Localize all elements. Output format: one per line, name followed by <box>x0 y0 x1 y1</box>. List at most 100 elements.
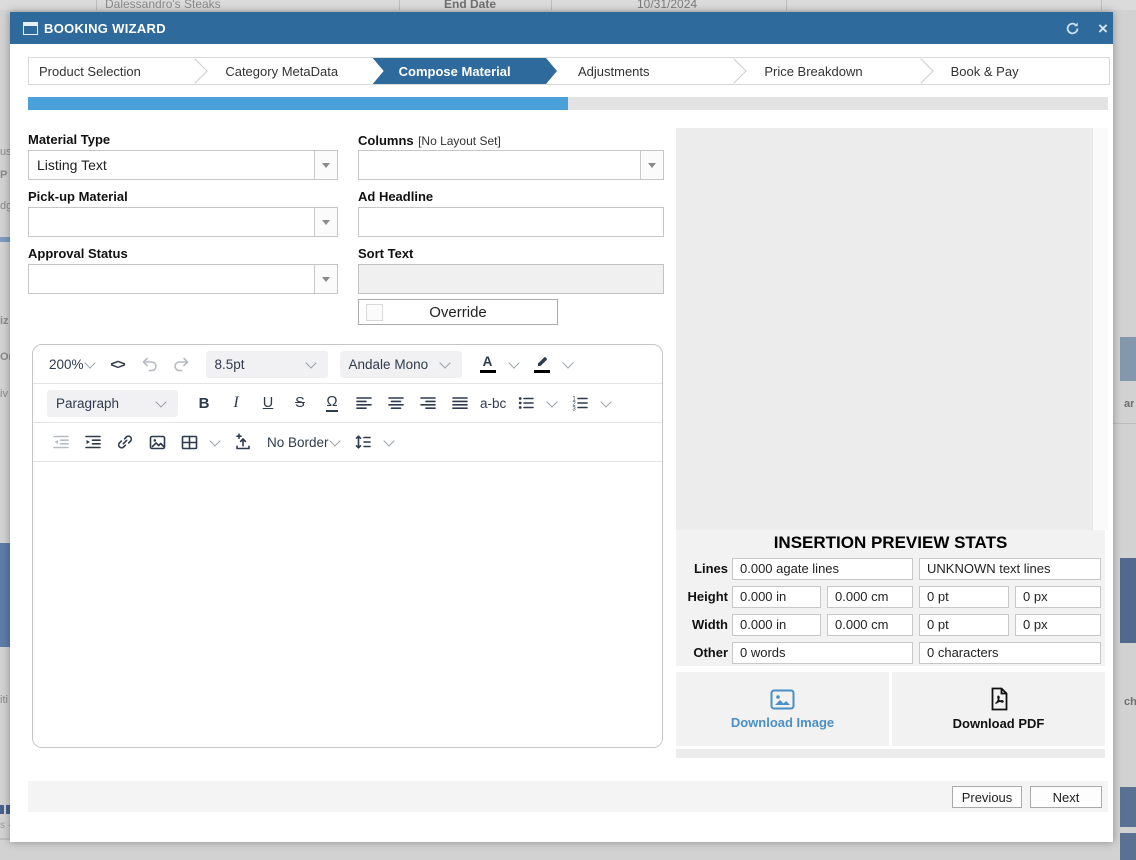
step-compose-material[interactable]: Compose Material <box>373 58 557 84</box>
highlight-color-icon[interactable] <box>528 350 556 378</box>
italic-icon[interactable]: I <box>222 389 250 417</box>
bg-cell-divider <box>551 0 552 10</box>
special-character-icon[interactable]: Ω <box>318 389 346 417</box>
stat-value: 0.000 in <box>732 614 821 636</box>
pickup-material-select[interactable] <box>28 207 338 237</box>
line-height-menu[interactable] <box>381 428 399 456</box>
align-justify-icon[interactable] <box>446 389 474 417</box>
step-label: Product Selection <box>39 64 141 79</box>
step-adjustments[interactable]: Adjustments <box>546 58 736 84</box>
highlight-color-menu[interactable] <box>560 350 578 378</box>
chevron-down-icon <box>155 396 166 407</box>
editor-content[interactable] <box>33 462 662 748</box>
font-family-value: Andale Mono <box>349 357 429 372</box>
stat-value: 0 words <box>732 642 913 664</box>
numbered-list-menu[interactable] <box>598 389 616 417</box>
table-border-select[interactable]: No Border <box>265 428 345 456</box>
stat-value: 0 px <box>1015 614 1101 636</box>
stat-label-width: Width <box>676 614 728 636</box>
screen: Dalessandro's Steaks End Date 10/31/2024… <box>0 0 1136 860</box>
stat-value: 0 pt <box>919 614 1009 636</box>
image-icon[interactable] <box>143 428 171 456</box>
align-center-icon[interactable] <box>382 389 410 417</box>
columns-label-row: Columns [No Layout Set] <box>358 132 501 150</box>
stat-label-lines: Lines <box>676 558 728 580</box>
outdent-icon[interactable] <box>47 428 75 456</box>
undo-icon[interactable] <box>136 350 164 378</box>
modal-titlebar: BOOKING WIZARD × <box>10 12 1113 44</box>
bg-fragment: ch <box>1124 696 1136 708</box>
table-icon[interactable] <box>175 428 203 456</box>
bullet-list-menu[interactable] <box>544 389 562 417</box>
step-price-breakdown[interactable]: Price Breakdown <box>736 58 922 84</box>
approval-status-select[interactable] <box>28 264 338 294</box>
bullet-list-icon[interactable] <box>512 389 540 417</box>
step-book-and-pay[interactable]: Book & Pay <box>923 58 1109 84</box>
bg-end-date-label: End Date <box>444 0 496 10</box>
indent-icon[interactable] <box>79 428 107 456</box>
chevron-down-icon <box>508 357 519 368</box>
dropdown-button[interactable] <box>314 151 337 179</box>
dropdown-button[interactable] <box>640 151 663 179</box>
upload-icon[interactable] <box>229 428 257 456</box>
panel-bottom-strip <box>676 749 1105 758</box>
redo-icon[interactable] <box>168 350 196 378</box>
download-pdf-button[interactable]: Download PDF <box>892 672 1105 746</box>
line-height-icon[interactable] <box>349 428 377 456</box>
table-menu[interactable] <box>207 428 225 456</box>
previous-button[interactable]: Previous <box>952 786 1022 808</box>
link-icon[interactable] <box>111 428 139 456</box>
font-family-select[interactable]: Andale Mono <box>340 351 462 378</box>
chevron-down-icon <box>305 357 316 368</box>
stat-value: 0 characters <box>919 642 1101 664</box>
dropdown-button[interactable] <box>314 208 337 236</box>
source-code-icon[interactable]: <> <box>104 350 132 378</box>
sort-text-label: Sort Text <box>358 246 413 261</box>
bg-cell-divider <box>96 0 97 10</box>
font-size-select[interactable]: 8.5pt <box>206 351 328 378</box>
bg-cell-divider <box>1101 0 1102 10</box>
dropdown-button[interactable] <box>314 265 337 293</box>
text-color-menu[interactable] <box>506 350 524 378</box>
numbered-list-icon[interactable]: 123 <box>566 389 594 417</box>
material-type-label: Material Type <box>28 132 110 147</box>
override-checkbox[interactable] <box>366 304 383 321</box>
zoom-value: 200% <box>49 357 84 372</box>
hyphenate-icon[interactable]: a-bc <box>478 389 508 417</box>
bg-fragment: iv <box>0 388 10 400</box>
booking-wizard-modal: BOOKING WIZARD × Product Selection Categ… <box>10 12 1113 842</box>
material-type-select[interactable]: Listing Text <box>28 150 338 180</box>
align-right-icon[interactable] <box>414 389 442 417</box>
caret-down-icon <box>648 163 656 168</box>
next-button[interactable]: Next <box>1030 786 1102 808</box>
strikethrough-icon[interactable]: S <box>286 389 314 417</box>
stat-value: UNKNOWN text lines <box>919 558 1101 580</box>
chevron-down-icon <box>562 357 573 368</box>
window-icon <box>23 22 38 35</box>
step-label: Compose Material <box>399 64 511 79</box>
text-color-icon[interactable]: A <box>474 350 502 378</box>
block-format-select[interactable]: Paragraph <box>47 390 178 417</box>
align-left-icon[interactable] <box>350 389 378 417</box>
zoom-select[interactable]: 200% <box>47 350 100 378</box>
ad-headline-input[interactable] <box>358 207 664 237</box>
background-table-row: Dalessandro's Steaks End Date 10/31/2024 <box>0 0 1136 10</box>
image-download-icon <box>770 689 795 710</box>
wizard-footer: Previous Next <box>28 781 1108 812</box>
step-category-metadata[interactable]: Category MetaData <box>197 58 383 84</box>
stat-value: 0.000 cm <box>827 586 913 608</box>
material-type-value: Listing Text <box>29 157 314 173</box>
preview-scrollbar[interactable] <box>1092 128 1108 530</box>
refresh-icon[interactable] <box>1062 19 1082 37</box>
approval-status-label: Approval Status <box>28 246 128 261</box>
underline-icon[interactable]: U <box>254 389 282 417</box>
columns-select[interactable] <box>358 150 664 180</box>
bg-cell-divider <box>399 0 400 10</box>
download-pdf-label: Download PDF <box>953 716 1045 731</box>
override-toggle[interactable]: Override <box>358 299 558 325</box>
close-icon[interactable]: × <box>1093 19 1113 37</box>
bg-line <box>1113 423 1136 424</box>
bold-icon[interactable]: B <box>190 389 218 417</box>
download-image-button[interactable]: Download Image <box>676 672 889 746</box>
step-product-selection[interactable]: Product Selection <box>29 58 197 84</box>
